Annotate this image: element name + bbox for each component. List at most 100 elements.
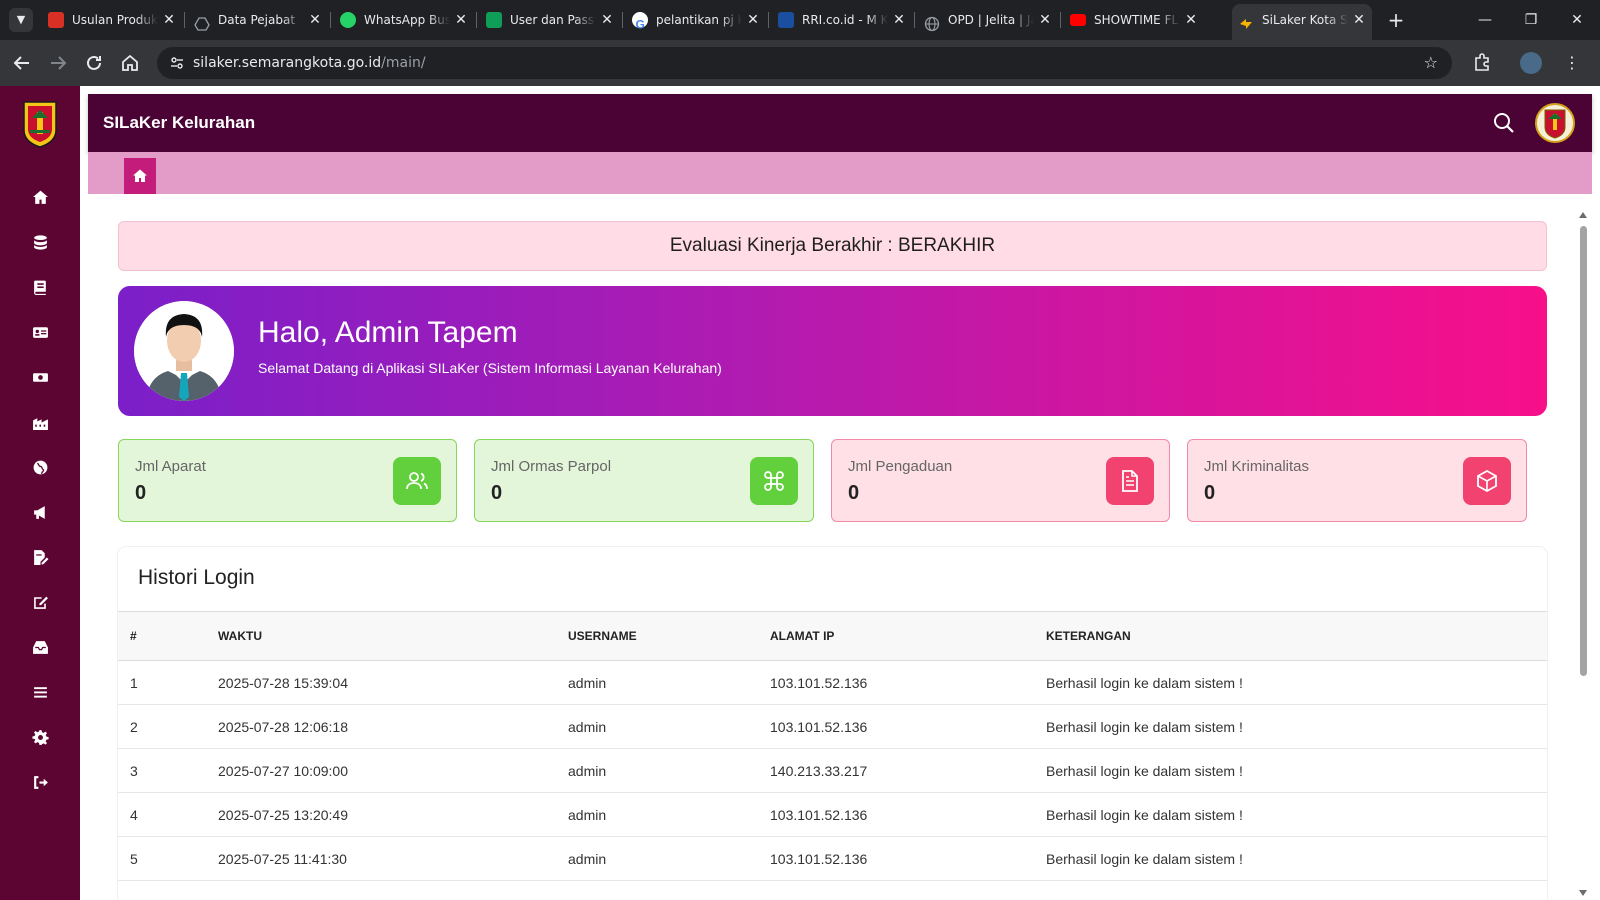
close-icon[interactable]: ✕ bbox=[892, 4, 906, 36]
sidebar-item-home[interactable] bbox=[24, 181, 56, 213]
back-button[interactable] bbox=[10, 51, 34, 75]
site-info-icon[interactable] bbox=[169, 55, 185, 71]
address-bar[interactable]: silaker.semarangkota.go.id/main/ ☆ bbox=[157, 47, 1452, 79]
bookmark-star-icon[interactable]: ☆ bbox=[1424, 47, 1438, 79]
tab-search-menu-button[interactable]: ▼ bbox=[9, 8, 33, 32]
sidebar-item-id-card[interactable] bbox=[24, 316, 56, 348]
column-header-username[interactable]: USERNAME bbox=[568, 611, 770, 661]
column-header-ip[interactable]: ALAMAT IP bbox=[770, 611, 1046, 661]
sidebar-item-inbox[interactable] bbox=[24, 631, 56, 663]
close-icon[interactable]: ✕ bbox=[1038, 4, 1052, 36]
city-emblem-logo[interactable] bbox=[22, 100, 58, 148]
extensions-icon[interactable] bbox=[1470, 51, 1494, 75]
tab-title: SiLaker Kota Semarang bbox=[1262, 13, 1348, 27]
scroll-up-arrow-icon[interactable] bbox=[1579, 212, 1587, 218]
sidebar-item-announcement[interactable] bbox=[24, 496, 56, 528]
close-window-button[interactable]: ✕ bbox=[1554, 0, 1600, 40]
browser-tab-active[interactable]: SiLaker Kota Semarang ✕ bbox=[1232, 4, 1372, 40]
close-icon[interactable]: ✕ bbox=[1352, 4, 1366, 36]
app-brand[interactable]: SILaKer Kelurahan bbox=[103, 94, 255, 152]
browser-tab[interactable]: Usulan Produk ✕ bbox=[42, 4, 182, 36]
tab-divider bbox=[622, 12, 623, 28]
browser-tab[interactable]: OPD | Jelita | Ja ✕ bbox=[918, 4, 1058, 36]
close-icon[interactable]: ✕ bbox=[162, 4, 176, 36]
stat-card-ormas-parpol[interactable]: Jml Ormas Parpol 0 bbox=[474, 439, 814, 522]
stat-card-kriminalitas[interactable]: Jml Kriminalitas 0 bbox=[1187, 439, 1527, 522]
reload-button[interactable] bbox=[82, 51, 106, 75]
home-icon bbox=[122, 54, 138, 71]
sidebar-item-database[interactable] bbox=[24, 226, 56, 258]
settings-icon bbox=[31, 729, 49, 745]
cell-keterangan: Berhasil login ke dalam sistem ! bbox=[1046, 660, 1547, 705]
restore-button[interactable]: ❐ bbox=[1508, 0, 1554, 40]
close-icon[interactable]: ✕ bbox=[308, 4, 322, 36]
rri-icon bbox=[778, 12, 794, 28]
column-header-number[interactable]: # bbox=[118, 611, 218, 661]
globe-icon bbox=[924, 12, 940, 32]
close-icon[interactable]: ✕ bbox=[454, 4, 468, 36]
sidebar-item-money[interactable] bbox=[24, 361, 56, 393]
file-signature-icon bbox=[33, 549, 48, 565]
money-icon bbox=[32, 372, 48, 382]
close-icon[interactable]: ✕ bbox=[1184, 4, 1198, 36]
sidebar-item-settings[interactable] bbox=[24, 721, 56, 753]
admin-avatar bbox=[134, 301, 234, 401]
tab-divider bbox=[330, 12, 331, 28]
home-button[interactable] bbox=[118, 51, 142, 75]
megaphone-icon bbox=[33, 505, 45, 519]
pdf-file-icon bbox=[48, 12, 64, 28]
stat-value: 0 bbox=[491, 482, 503, 504]
close-icon[interactable]: ✕ bbox=[746, 4, 760, 36]
stat-card-pengaduan[interactable]: Jml Pengaduan 0 bbox=[831, 439, 1170, 522]
browser-tab[interactable]: User dan Password ✕ bbox=[480, 4, 620, 36]
sidebar-item-logout[interactable] bbox=[24, 766, 56, 798]
stat-card-aparat[interactable]: Jml Aparat 0 bbox=[118, 439, 457, 522]
command-icon bbox=[750, 457, 798, 505]
close-icon[interactable]: ✕ bbox=[600, 4, 614, 36]
cell-number: 3 bbox=[118, 748, 218, 793]
cell-waktu: 2025-07-27 10:09:00 bbox=[218, 748, 568, 793]
tab-title: WhatsApp Business bbox=[364, 13, 450, 27]
google-drive-icon bbox=[194, 12, 210, 31]
city-emblem-icon bbox=[1544, 109, 1566, 139]
cell-number: 1 bbox=[118, 660, 218, 705]
user-avatar[interactable] bbox=[1535, 103, 1575, 143]
sidebar-item-file-sign[interactable] bbox=[24, 541, 56, 573]
new-tab-button[interactable]: + bbox=[1384, 8, 1408, 32]
browser-tab[interactable]: SHOWTIME FL ✕ bbox=[1064, 4, 1204, 36]
youtube-icon bbox=[1070, 14, 1086, 26]
scrollbar-thumb[interactable] bbox=[1580, 226, 1587, 676]
cell-waktu: 2025-07-25 13:20:49 bbox=[218, 792, 568, 837]
sidebar-item-edit[interactable] bbox=[24, 586, 56, 618]
greeting-subtitle: Selamat Datang di Aplikasi SILaKer (Sist… bbox=[258, 360, 722, 376]
book-icon bbox=[33, 280, 46, 295]
building-icon bbox=[32, 417, 48, 430]
browser-tab[interactable]: WhatsApp Business ✕ bbox=[334, 4, 474, 36]
browser-tab[interactable]: G pelantikan pj k ✕ bbox=[626, 4, 766, 36]
cell-number: 2 bbox=[118, 704, 218, 749]
stat-value: 0 bbox=[135, 482, 147, 504]
sidebar-item-globe[interactable] bbox=[24, 451, 56, 483]
tab-title: RRI.co.id - M K bbox=[802, 13, 888, 27]
page-scrollbar[interactable] bbox=[1577, 210, 1589, 900]
tab-divider bbox=[184, 12, 185, 28]
stat-label: Jml Ormas Parpol bbox=[491, 458, 612, 475]
google-sheets-icon bbox=[486, 12, 502, 28]
browser-menu-icon[interactable]: ⋮ bbox=[1560, 51, 1584, 75]
column-header-keterangan[interactable]: KETERANGAN bbox=[1046, 611, 1547, 661]
browser-tab[interactable]: RRI.co.id - M K ✕ bbox=[772, 4, 912, 36]
browser-tab[interactable]: Data Pejabat ✕ bbox=[188, 4, 328, 36]
column-header-waktu[interactable]: WAKTU bbox=[218, 611, 568, 661]
forward-button[interactable] bbox=[46, 51, 70, 75]
inbox-icon bbox=[32, 640, 48, 654]
search-button[interactable] bbox=[1491, 110, 1517, 136]
profile-avatar[interactable] bbox=[1520, 52, 1542, 74]
scroll-down-arrow-icon[interactable] bbox=[1579, 890, 1587, 896]
sidebar-item-list[interactable] bbox=[24, 676, 56, 708]
breadcrumb-home[interactable] bbox=[124, 158, 156, 194]
sidebar-item-building[interactable] bbox=[24, 406, 56, 438]
breadcrumb bbox=[88, 152, 1592, 194]
minimize-button[interactable]: — bbox=[1462, 0, 1508, 40]
cell-ip: 140.213.33.217 bbox=[770, 748, 1046, 793]
sidebar-item-book[interactable] bbox=[24, 271, 56, 303]
